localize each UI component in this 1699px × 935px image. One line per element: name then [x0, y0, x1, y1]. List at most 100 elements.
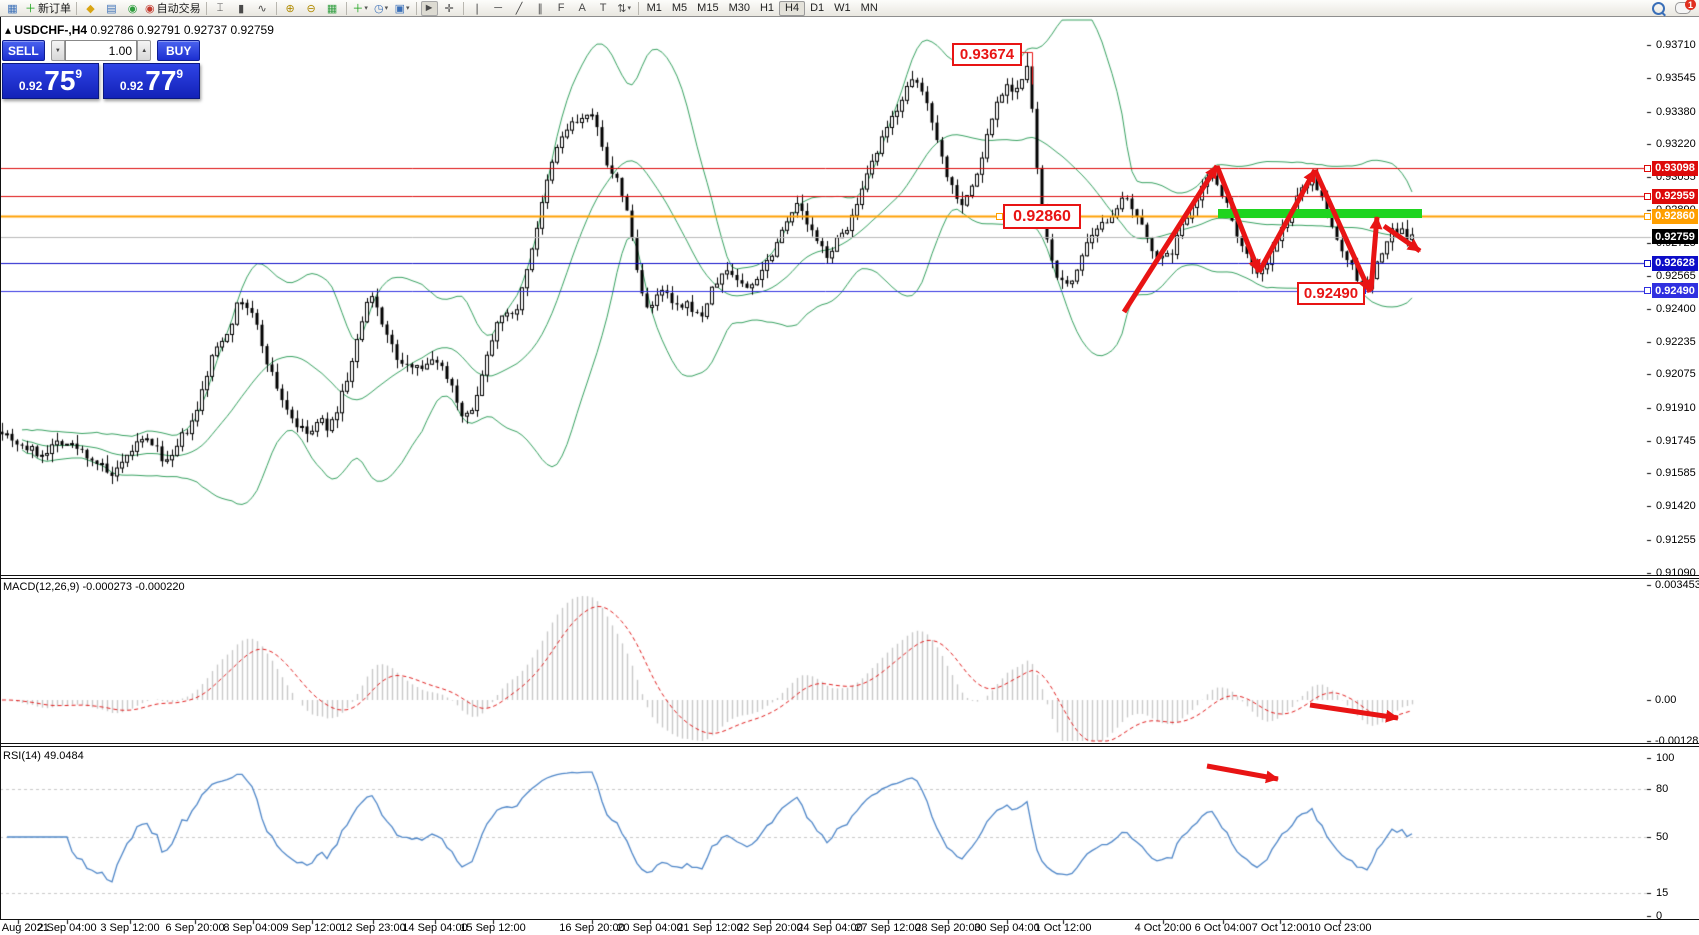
- price-axis-tick: 0.93220: [1656, 138, 1696, 150]
- timeframe-w1-button[interactable]: W1: [829, 1, 856, 16]
- notifications-icon[interactable]: 1: [1675, 2, 1691, 14]
- rsi-panel-divider[interactable]: [0, 743, 1699, 747]
- vline-icon: ❘: [473, 2, 482, 15]
- timeframe-m15-button[interactable]: M15: [692, 1, 723, 16]
- high-label-box[interactable]: 0.93674: [952, 43, 1022, 66]
- level-price-badge: 0.92959: [1652, 189, 1698, 204]
- toolbar-separator: [276, 2, 277, 15]
- time-axis-label: 28 Sep 20:00: [915, 922, 980, 934]
- periods-icon[interactable]: ◷▾: [372, 1, 391, 16]
- periods-icon: ◷: [374, 2, 384, 15]
- time-axis-label: 1 Oct 12:00: [1035, 922, 1092, 934]
- chevron-down-icon: ▾: [385, 4, 389, 12]
- time-axis-label: 9 Sep 12:00: [282, 922, 341, 934]
- price-axis-tick: 0.91420: [1656, 500, 1696, 512]
- price-axis-tick: 0.91255: [1656, 534, 1696, 546]
- line-chart-type-icon: ∿: [258, 2, 267, 15]
- sell-price-prefix: 0.92: [19, 79, 42, 93]
- candle-chart-type-icon[interactable]: ▮: [232, 1, 251, 16]
- buy-price-prefix: 0.92: [120, 79, 143, 93]
- rsi-axis-tick: 50: [1656, 831, 1668, 843]
- level-anchor-marker: [1644, 165, 1651, 172]
- time-axis-label: 16 Sep 20:00: [559, 922, 624, 934]
- channel-icon[interactable]: ∥: [531, 1, 550, 16]
- line-chart-type-icon[interactable]: ∿: [253, 1, 272, 16]
- level-label-box[interactable]: 0.92860: [1003, 204, 1081, 229]
- market-watch-icon[interactable]: ▦: [3, 1, 22, 16]
- macd-panel-divider[interactable]: [0, 575, 1699, 579]
- profile-icon[interactable]: ◆: [81, 1, 100, 16]
- arrows-icon[interactable]: ⇅▾: [615, 1, 634, 16]
- object-anchor-marker: [996, 213, 1003, 220]
- signal-icon[interactable]: ◉: [123, 1, 142, 16]
- macd-indicator-label: MACD(12,26,9) -0.000273 -0.000220: [3, 581, 185, 593]
- fibo-icon[interactable]: F: [552, 1, 571, 16]
- crosshair-icon[interactable]: ✛: [440, 1, 459, 16]
- level-price-badge: 0.92628: [1652, 256, 1698, 271]
- price-axis-tick: 0.92075: [1656, 368, 1696, 380]
- market-watch-icon: ▦: [7, 2, 17, 15]
- fibo-icon: F: [558, 2, 565, 14]
- toolbar-separator: [463, 2, 464, 15]
- time-axis-label: 22 Sep 20:00: [737, 922, 802, 934]
- autotrading-button-label: 自动交易: [157, 0, 201, 16]
- new-order-button[interactable]: ＋新订单: [24, 1, 72, 16]
- timeframe-h1-button[interactable]: H1: [755, 1, 779, 16]
- low-label-box[interactable]: 0.92490: [1297, 282, 1365, 305]
- notification-badge: 1: [1685, 0, 1696, 10]
- time-axis-label: 15 Sep 12:00: [460, 922, 525, 934]
- rsi-axis-tick: 0: [1656, 910, 1662, 922]
- toolbar-separator: [346, 2, 347, 15]
- volume-decrease-button[interactable]: ▼: [51, 40, 65, 61]
- tile-windows-icon[interactable]: ▦: [323, 1, 342, 16]
- label-icon[interactable]: T: [594, 1, 613, 16]
- level-anchor-marker: [1644, 287, 1651, 294]
- arrows-icon: ⇅: [617, 2, 626, 15]
- text-icon[interactable]: A: [573, 1, 592, 16]
- rsi-axis-tick: 80: [1656, 783, 1668, 795]
- time-axis-label: 3 Sep 12:00: [100, 922, 159, 934]
- timeframe-m1-button[interactable]: M1: [642, 1, 667, 16]
- toolbar-right: 1: [1652, 2, 1697, 15]
- indicators-icon[interactable]: ＋▾: [351, 1, 370, 16]
- zoom-in-icon: ⊕: [286, 2, 295, 15]
- timeframe-m30-button[interactable]: M30: [724, 1, 755, 16]
- profile-icon: ◆: [86, 2, 94, 15]
- autotrading-button[interactable]: ◉自动交易: [144, 1, 202, 16]
- buy-price-panel[interactable]: 0.92 77 9: [103, 63, 200, 99]
- volume-increase-button[interactable]: ▲: [137, 40, 151, 61]
- sell-price-panel[interactable]: 0.92 75 9: [2, 63, 99, 99]
- symbol-expand-icon[interactable]: ▴: [5, 23, 11, 37]
- signal-icon: ◉: [128, 2, 138, 15]
- level-price-badge: 0.92860: [1652, 209, 1698, 224]
- timeframe-d1-button[interactable]: D1: [805, 1, 829, 16]
- zoom-out-icon[interactable]: ⊖: [302, 1, 321, 16]
- sell-button[interactable]: SELL: [2, 40, 45, 61]
- hline-icon[interactable]: ─: [489, 1, 508, 16]
- search-icon[interactable]: [1652, 2, 1665, 15]
- templates-icon[interactable]: ▣▾: [393, 1, 412, 16]
- time-axis-label: 7 Oct 12:00: [1252, 922, 1309, 934]
- price-axis-tick: 0.93710: [1656, 39, 1696, 51]
- bar-chart-type-icon[interactable]: ⌶: [211, 1, 230, 16]
- timeframe-m5-button[interactable]: M5: [667, 1, 692, 16]
- vline-icon[interactable]: ❘: [468, 1, 487, 16]
- time-axis-label: 2 Sep 04:00: [37, 922, 96, 934]
- price-axis-tick: 0.93380: [1656, 106, 1696, 118]
- trendline-icon[interactable]: ╱: [510, 1, 529, 16]
- timeframe-mn-button[interactable]: MN: [856, 1, 883, 16]
- timeframe-h4-button[interactable]: H4: [779, 1, 805, 16]
- macd-axis-tick: -0.001283: [1655, 735, 1699, 747]
- charts-window-icon[interactable]: ▤: [102, 1, 121, 16]
- time-axis-label: 12 Sep 23:00: [340, 922, 405, 934]
- autotrading-button: ◉: [145, 2, 155, 15]
- crosshair-icon: ✛: [445, 2, 454, 15]
- cursor-icon[interactable]: ►: [421, 1, 438, 16]
- zoom-in-icon[interactable]: ⊕: [281, 1, 300, 16]
- buy-button[interactable]: BUY: [157, 40, 200, 61]
- new-order-button: ＋: [25, 0, 36, 16]
- volume-input[interactable]: [65, 40, 137, 61]
- macd-axis-tick: 0.00: [1655, 694, 1676, 706]
- level-price-badge: 0.92490: [1652, 283, 1698, 298]
- text-icon: A: [578, 2, 585, 14]
